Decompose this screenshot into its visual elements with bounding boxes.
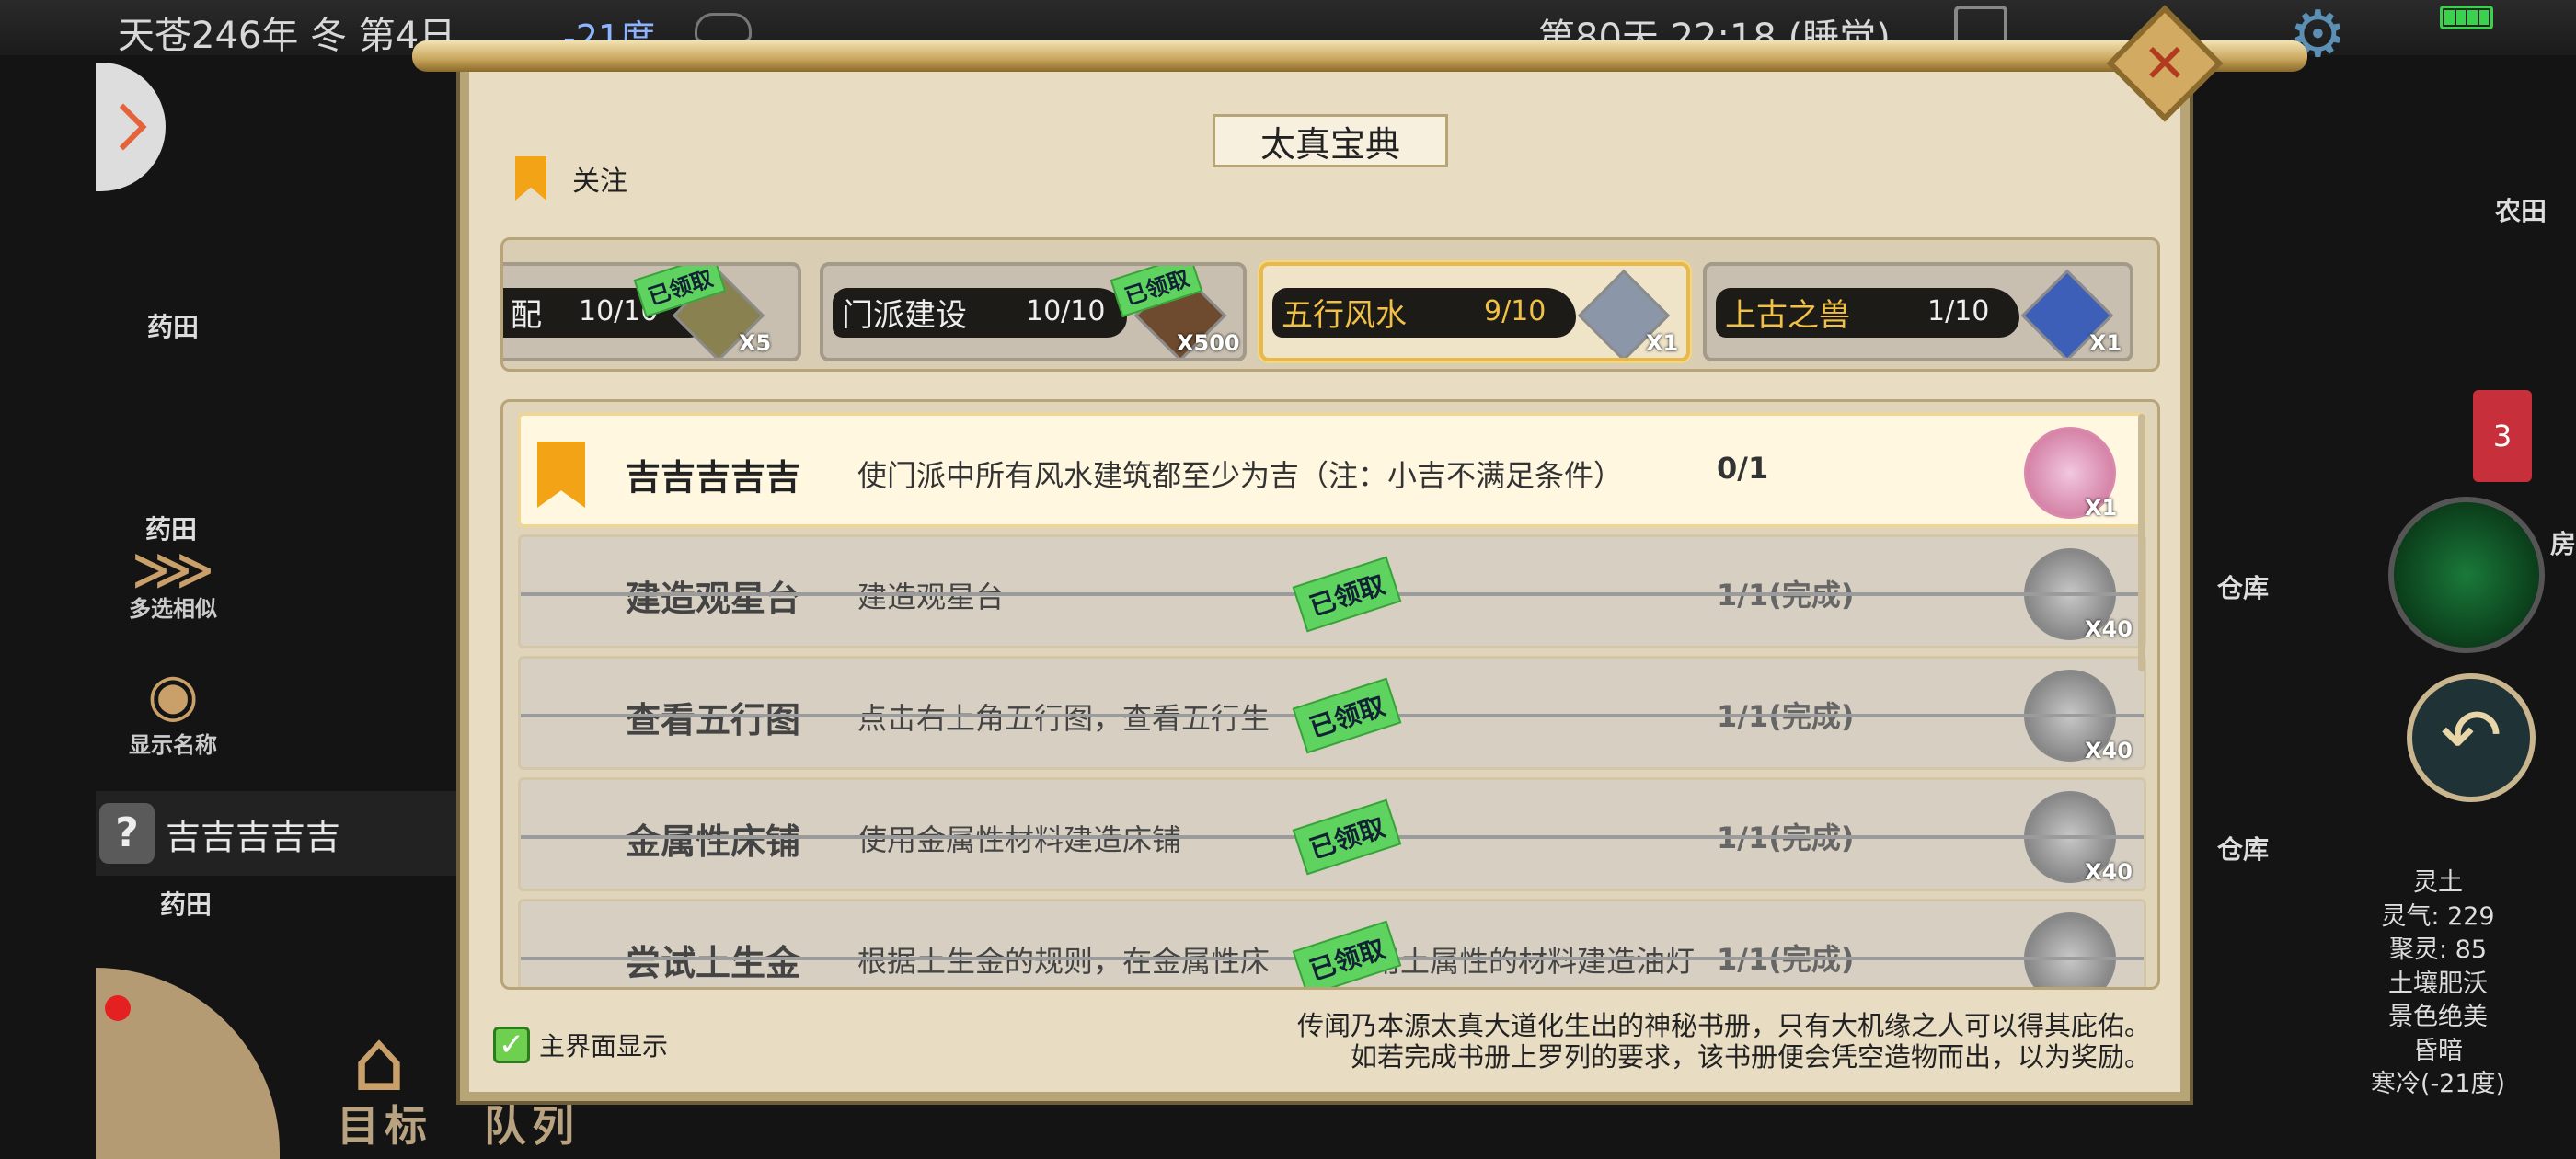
gourd-icon[interactable] [96, 968, 280, 1159]
task-desc: 使门派中所有风水建筑都至少为吉（注：小吉不满足条件） [857, 458, 1624, 493]
tile-stat: 灵土 [2413, 868, 2463, 897]
description-line: 传闻乃本源太真大道化生出的神秘书册，只有大机缘之人可以得其庇佑。 [1296, 1010, 2151, 1041]
map-label-herb-field: 药田 [147, 312, 200, 342]
bookmark-icon[interactable] [537, 442, 585, 508]
five-elements-icon[interactable] [2388, 497, 2545, 653]
map-label-house: 房 [2550, 529, 2576, 559]
metal-reward-icon [2024, 912, 2116, 987]
task-row[interactable]: 查看五行图 点击右上角五行图，查看五行生 1/1(完成) X40 已领取 [518, 656, 2146, 770]
notification-dot [105, 995, 131, 1021]
task-desc-head: 根据土生金的规则，在金属性床 [857, 944, 1271, 979]
follow-label: 关注 [572, 166, 627, 198]
tile-stat: 寒冷(-21度) [2370, 1070, 2506, 1098]
tile-stats: 灵土 灵气: 229 聚灵: 85 土壤肥沃 景色绝美 昏暗 寒冷(-21度) [2344, 866, 2532, 1102]
close-icon: ✕ [2142, 32, 2188, 95]
category-name: 门派建设 [842, 297, 967, 334]
bookmark-icon [515, 156, 546, 201]
main-display-label: 主界面显示 [539, 1031, 669, 1061]
reward-qty: X1 [2089, 330, 2122, 356]
category-strip: 配 10/10 X5 已领取 门派建设 10/10 X500 已领取 五行风水 … [500, 237, 2160, 372]
claimed-tag: 已领取 [1292, 798, 1402, 876]
eye-icon[interactable]: ◉ [131, 653, 215, 738]
task-list: 吉吉吉吉吉 使门派中所有风水建筑都至少为吉（注：小吉不满足条件） 0/1 X1 … [500, 399, 2160, 990]
current-task-row[interactable]: ? 吉吉吉吉吉 [96, 791, 460, 876]
task-row[interactable]: 吉吉吉吉吉 使门派中所有风水建筑都至少为吉（注：小吉不满足条件） 0/1 X1 [518, 413, 2146, 527]
task-row[interactable]: 尝试土生金 根据土生金的规则，在金属性床 用土属性的材料建造油灯 1/1(完成) … [518, 899, 2146, 987]
task-row[interactable]: 金属性床铺 使用金属性材料建造床铺 1/1(完成) X40 已领取 [518, 777, 2146, 891]
tile-stat: 景色绝美 [2388, 1003, 2488, 1031]
tile-stat: 土壤肥沃 [2388, 969, 2488, 998]
scroll-rod [412, 40, 2307, 72]
category-name: 上古之兽 [1725, 297, 1850, 334]
battery-icon [2440, 6, 2493, 29]
question-icon: ? [99, 803, 155, 864]
map-label-storage: 仓库 [2217, 573, 2270, 603]
category-card[interactable]: 配 10/10 X5 已领取 [503, 262, 801, 361]
reward-qty: X1 [1646, 330, 1679, 356]
category-name: 配 [511, 297, 542, 334]
game-date: 天苍246年 冬 第4日 [118, 15, 456, 57]
notification-badge[interactable]: 3 [2473, 390, 2532, 482]
reward-qty: X5 [739, 330, 772, 356]
reward-qty: X500 [1177, 330, 1240, 356]
task-row[interactable]: 建造观星台 建造观星台 1/1(完成) X40 已领取 [518, 534, 2146, 648]
follow-toggle[interactable]: 关注 [515, 156, 627, 201]
task-title: 吉吉吉吉吉 [626, 457, 801, 498]
show-names-caption[interactable]: 显示名称 [99, 727, 247, 759]
queue-button[interactable]: 队列 [484, 1093, 580, 1153]
tile-stat: 昏暗 [2413, 1036, 2463, 1065]
task-list-scrollbar[interactable] [2138, 414, 2145, 671]
map-label-storage: 仓库 [2217, 834, 2270, 865]
chevron-right-icon [99, 103, 147, 151]
category-card[interactable]: 上古之兽 1/10 X1 [1703, 262, 2133, 361]
map-label-farm: 农田 [2495, 196, 2547, 226]
category-name: 五行风水 [1282, 297, 1407, 334]
task-desc-tail: 用土属性的材料建造油灯 [1371, 944, 1696, 979]
weather-cloud-icon [695, 13, 752, 42]
claimed-tag: 已领取 [1292, 556, 1402, 633]
map-label-herb-field: 药田 [160, 889, 213, 920]
goal-button[interactable]: 目标 [337, 1093, 432, 1153]
claimed-tag: 已领取 [1292, 677, 1402, 754]
category-progress: 1/10 [1927, 295, 1990, 327]
check-icon[interactable]: ✓ [493, 1027, 530, 1063]
description-line: 如若完成书册上罗列的要求，该书册便会凭空造物而出，以为奖励。 [1350, 1041, 2151, 1073]
reward-qty: X40 [2085, 616, 2133, 642]
codex-description: 传闻乃本源太真大道化生出的神秘书册，只有大机缘之人可以得其庇佑。 如若完成书册上… [1196, 1010, 2151, 1073]
task-count: 0/1 [1717, 451, 1769, 486]
reward-qty: X40 [2085, 859, 2133, 885]
multi-select-caption[interactable]: 多选相似 [99, 591, 247, 623]
reward-qty: X40 [2085, 738, 2133, 763]
back-icon[interactable]: ↶ [2407, 673, 2536, 802]
category-progress: 9/10 [1484, 295, 1547, 327]
tile-stat: 聚灵: 85 [2388, 935, 2488, 964]
category-card-active[interactable]: 五行风水 9/10 X1 [1259, 262, 1690, 361]
main-display-toggle[interactable]: ✓ 主界面显示 [493, 1027, 668, 1063]
dialog-title: 太真宝典 [1213, 114, 1448, 167]
expand-left-panel-button[interactable] [96, 63, 166, 191]
category-card[interactable]: 门派建设 10/10 X500 已领取 [820, 262, 1247, 361]
reward-qty: X1 [2085, 495, 2118, 521]
category-progress: 10/10 [1026, 295, 1106, 327]
tile-stat: 灵气: 229 [2381, 901, 2495, 931]
current-task-label: 吉吉吉吉吉 [166, 816, 341, 857]
